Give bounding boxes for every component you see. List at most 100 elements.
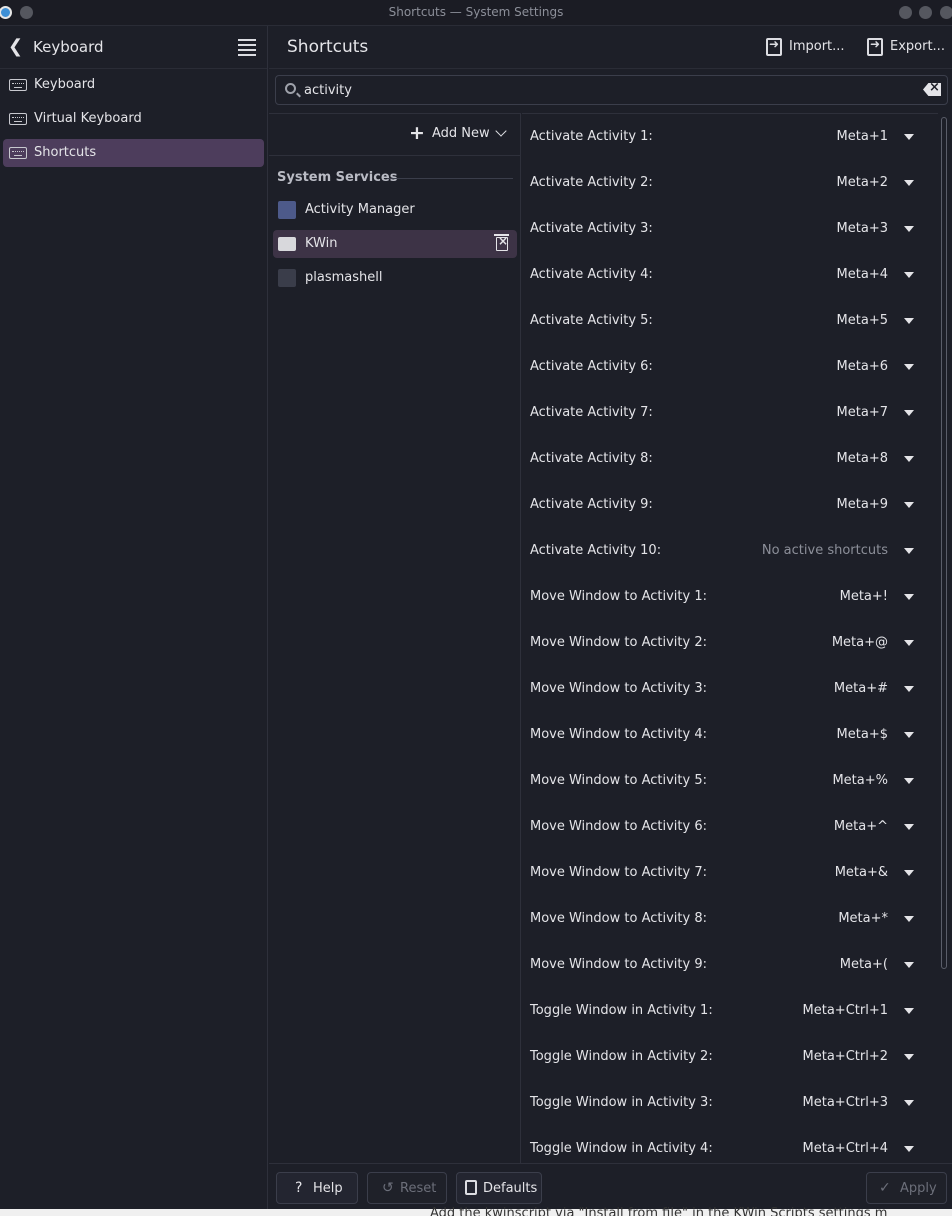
shortcut-action-name: Activate Activity 10: (530, 543, 662, 558)
defaults-button[interactable]: Defaults (456, 1172, 542, 1204)
expand-caret-icon[interactable] (904, 1100, 914, 1106)
close-button[interactable] (940, 6, 952, 19)
expand-caret-icon[interactable] (904, 410, 914, 416)
expand-caret-icon[interactable] (904, 364, 914, 370)
keyboard-icon (9, 113, 27, 125)
scrollbar[interactable] (938, 113, 952, 1163)
component-item-kwin[interactable]: KWin (273, 230, 517, 258)
expand-caret-icon[interactable] (904, 686, 914, 692)
sidebar-item-keyboard[interactable]: Keyboard (3, 71, 264, 99)
window-title: Shortcuts — System Settings (388, 5, 564, 19)
shortcut-action-name: Activate Activity 3: (530, 221, 653, 236)
expand-caret-icon[interactable] (904, 870, 914, 876)
shortcut-row[interactable]: Activate Activity 5: Meta+5 (522, 298, 938, 344)
sidebar: ❮ Keyboard Keyboard Virtual Keyboard Sho… (0, 26, 268, 1216)
expand-caret-icon[interactable] (904, 962, 914, 968)
shortcut-keys: No active shortcuts (761, 543, 888, 558)
expand-caret-icon[interactable] (904, 1146, 914, 1152)
shortcut-keys: Meta+% (832, 773, 888, 788)
shortcut-keys: Meta+5 (836, 313, 888, 328)
expand-caret-icon[interactable] (904, 1054, 914, 1060)
shortcut-action-name: Activate Activity 7: (530, 405, 653, 420)
search-icon (285, 83, 296, 94)
shortcut-row[interactable]: Toggle Window in Activity 1: Meta+Ctrl+1 (522, 988, 938, 1034)
component-item-plasmashell[interactable]: plasmashell (273, 264, 517, 292)
expand-caret-icon[interactable] (904, 502, 914, 508)
shortcut-row[interactable]: Activate Activity 1: Meta+1 (522, 114, 938, 160)
shortcut-keys: Meta+& (834, 865, 888, 880)
hamburger-menu-icon[interactable] (238, 39, 256, 56)
shortcut-action-name: Move Window to Activity 7: (530, 865, 707, 880)
shortcut-row[interactable]: Activate Activity 3: Meta+3 (522, 206, 938, 252)
shortcut-row[interactable]: Activate Activity 2: Meta+2 (522, 160, 938, 206)
delete-icon[interactable] (494, 234, 509, 251)
sidebar-item-virtual-keyboard[interactable]: Virtual Keyboard (3, 105, 264, 133)
shortcut-row[interactable]: Activate Activity 6: Meta+6 (522, 344, 938, 390)
shortcut-row[interactable]: Activate Activity 4: Meta+4 (522, 252, 938, 298)
shortcut-row[interactable]: Move Window to Activity 5: Meta+% (522, 758, 938, 804)
minimize-button[interactable] (899, 6, 912, 19)
maximize-button[interactable] (919, 6, 932, 19)
expand-caret-icon[interactable] (904, 180, 914, 186)
keyboard-icon (9, 79, 27, 91)
shortcut-row[interactable]: Activate Activity 9: Meta+9 (522, 482, 938, 528)
shortcut-row[interactable]: Toggle Window in Activity 4: Meta+Ctrl+4 (522, 1126, 938, 1163)
expand-caret-icon[interactable] (904, 778, 914, 784)
shortcut-row[interactable]: Toggle Window in Activity 3: Meta+Ctrl+3 (522, 1080, 938, 1126)
shortcut-row[interactable]: Move Window to Activity 2: Meta+@ (522, 620, 938, 666)
shortcut-row[interactable]: Move Window to Activity 3: Meta+# (522, 666, 938, 712)
page-title: Shortcuts (287, 37, 369, 57)
expand-caret-icon[interactable] (904, 548, 914, 554)
sidebar-back-title[interactable]: Keyboard (33, 38, 104, 56)
sidebar-item-shortcuts[interactable]: Shortcuts (3, 139, 264, 167)
shortcut-row[interactable]: Activate Activity 10: No active shortcuts (522, 528, 938, 574)
shortcut-keys: Meta+* (838, 911, 888, 926)
clear-search-icon[interactable] (923, 83, 941, 96)
shortcut-row[interactable]: Move Window to Activity 7: Meta+& (522, 850, 938, 896)
shortcut-keys: Meta+Ctrl+2 (802, 1049, 888, 1064)
shortcut-action-name: Move Window to Activity 4: (530, 727, 707, 742)
defaults-label: Defaults (483, 1181, 538, 1196)
expand-caret-icon[interactable] (904, 1008, 914, 1014)
shortcut-row[interactable]: Move Window to Activity 9: Meta+( (522, 942, 938, 988)
import-button[interactable]: Import... (766, 37, 846, 59)
expand-caret-icon[interactable] (904, 226, 914, 232)
shortcut-row[interactable]: Move Window to Activity 6: Meta+^ (522, 804, 938, 850)
expand-caret-icon[interactable] (904, 318, 914, 324)
expand-caret-icon[interactable] (904, 640, 914, 646)
reset-button[interactable]: ↺ Reset (367, 1172, 447, 1204)
shortcut-keys: Meta+7 (836, 405, 888, 420)
shortcut-action-name: Move Window to Activity 6: (530, 819, 707, 834)
apply-button[interactable]: ✓ Apply (866, 1172, 947, 1204)
shortcut-row[interactable]: Move Window to Activity 1: Meta+! (522, 574, 938, 620)
shortcut-row[interactable]: Activate Activity 7: Meta+7 (522, 390, 938, 436)
shortcut-keys: Meta+Ctrl+3 (802, 1095, 888, 1110)
expand-caret-icon[interactable] (904, 272, 914, 278)
shortcut-row[interactable]: Activate Activity 8: Meta+8 (522, 436, 938, 482)
shortcut-keys: Meta+# (833, 681, 888, 696)
search-input[interactable]: activity (275, 75, 948, 105)
export-icon (867, 37, 883, 56)
help-button[interactable]: ? Help (276, 1172, 358, 1204)
component-item-activity-manager[interactable]: Activity Manager (273, 196, 517, 224)
background-window-text: Add the kwinscript via "Install from fil… (430, 1206, 888, 1216)
shortcut-row[interactable]: Move Window to Activity 8: Meta+* (522, 896, 938, 942)
scrollbar-thumb[interactable] (941, 117, 947, 969)
shortcut-action-name: Toggle Window in Activity 3: (530, 1095, 713, 1110)
sidebar-item-label: Virtual Keyboard (34, 111, 142, 126)
expand-caret-icon[interactable] (904, 134, 914, 140)
shortcut-row[interactable]: Toggle Window in Activity 2: Meta+Ctrl+2 (522, 1034, 938, 1080)
shortcut-row[interactable]: Move Window to Activity 4: Meta+$ (522, 712, 938, 758)
expand-caret-icon[interactable] (904, 456, 914, 462)
expand-caret-icon[interactable] (904, 732, 914, 738)
expand-caret-icon[interactable] (904, 824, 914, 830)
shortcut-keys: Meta+Ctrl+1 (802, 1003, 888, 1018)
expand-caret-icon[interactable] (904, 916, 914, 922)
back-arrow-icon[interactable]: ❮ (8, 36, 28, 58)
component-label: plasmashell (305, 270, 383, 285)
shortcut-action-name: Move Window to Activity 8: (530, 911, 707, 926)
export-button[interactable]: Export... (867, 37, 947, 59)
section-divider (387, 178, 513, 179)
shortcut-keys: Meta+1 (836, 129, 888, 144)
expand-caret-icon[interactable] (904, 594, 914, 600)
